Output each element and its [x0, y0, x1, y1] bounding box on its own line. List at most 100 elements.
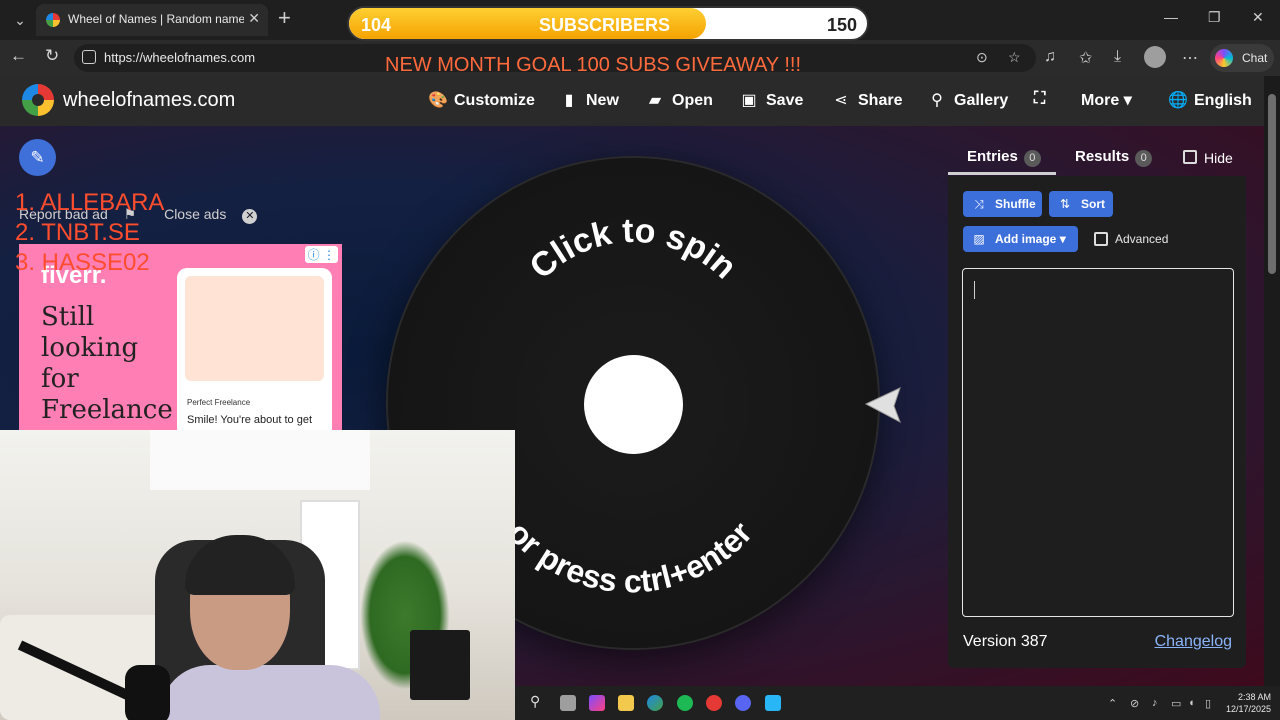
- text-caret: [974, 281, 975, 299]
- favorite-star-icon[interactable]: ☆: [1008, 49, 1021, 66]
- shuffle-button[interactable]: ⤨ Shuffle: [963, 191, 1042, 217]
- minimize-icon[interactable]: —: [1164, 9, 1178, 25]
- site-logo-icon[interactable]: [22, 84, 54, 116]
- shuffle-icon: ⤨: [974, 197, 984, 211]
- nav-new[interactable]: ▮ New: [560, 90, 619, 110]
- ad-card-body: Smile! You're about to get the perfect s…: [187, 414, 313, 430]
- nav-customize[interactable]: 🎨 Customize: [428, 90, 535, 110]
- obs-icon[interactable]: [706, 695, 722, 711]
- fullscreen-icon[interactable]: ⛶: [1034, 90, 1045, 108]
- tray-display-icon[interactable]: ▭: [1171, 697, 1181, 710]
- ad-card: Perfect Freelance Smile! You're about to…: [177, 268, 332, 430]
- nav-more[interactable]: More ▾: [1081, 90, 1132, 110]
- tab-results[interactable]: Results 0: [1075, 148, 1153, 167]
- hide-checkbox[interactable]: [1183, 150, 1197, 164]
- nav-save-label: Save: [766, 92, 804, 109]
- reading-view-icon[interactable]: ⊙: [976, 49, 988, 66]
- nav-share[interactable]: ⋖ Share: [832, 90, 902, 110]
- close-window-icon[interactable]: ✕: [1252, 9, 1264, 26]
- subscribers-label: SUBSCRIBERS: [539, 15, 671, 35]
- copilot-label: Chat: [1242, 51, 1268, 65]
- click-to-spin-text: Click to spin: [522, 212, 743, 287]
- nav-gallery-label: Gallery: [954, 92, 1009, 109]
- taskbar-search-icon[interactable]: ⚲: [530, 693, 546, 709]
- wheel-center[interactable]: [584, 355, 683, 454]
- nav-open-label: Open: [672, 92, 713, 109]
- changelog-link[interactable]: Changelog: [1155, 633, 1232, 651]
- nav-language[interactable]: 🌐 English: [1168, 90, 1252, 110]
- tray-network-off-icon[interactable]: ⊘: [1130, 697, 1139, 710]
- nav-more-label: More: [1081, 92, 1120, 109]
- subscriber-goal-bar: 104 SUBSCRIBERS 150: [347, 6, 869, 41]
- reload-icon[interactable]: ↻: [45, 46, 59, 66]
- folder-icon: ▰: [648, 92, 662, 109]
- tab-actions-chevron-icon[interactable]: ⌄: [8, 8, 32, 32]
- nav-gallery[interactable]: ⚲ Gallery: [928, 90, 1008, 110]
- wheel-pointer-icon: [864, 387, 901, 424]
- back-icon[interactable]: ←: [10, 46, 27, 66]
- task-view-icon[interactable]: [560, 695, 576, 711]
- file-icon: ▮: [564, 92, 574, 109]
- discord-icon[interactable]: [735, 695, 751, 711]
- edit-pencil-icon[interactable]: ✎: [19, 139, 56, 176]
- app-icon[interactable]: [765, 695, 781, 711]
- nav-new-label: New: [586, 92, 619, 109]
- nav-customize-label: Customize: [454, 92, 535, 109]
- copilot-chat-button[interactable]: Chat: [1210, 44, 1274, 72]
- nav-open[interactable]: ▰ Open: [646, 90, 713, 110]
- image-icon: ▨: [973, 232, 985, 246]
- sort-button[interactable]: ⇅ Sort: [1049, 191, 1113, 217]
- spotify-icon[interactable]: [677, 695, 693, 711]
- copilot-icon: [1215, 49, 1233, 67]
- downloads-icon[interactable]: ⤓: [1114, 48, 1121, 66]
- results-count-badge: 0: [1135, 150, 1153, 167]
- current-subscribers: 104: [361, 15, 392, 35]
- tab-entries[interactable]: Entries 0: [967, 148, 1041, 167]
- windows-taskbar: ⚲ ⌃ ⊘ ♪ ▭ ◖ ▯ 2:38 AM 12/17/2025: [515, 686, 1280, 720]
- edge-icon[interactable]: [647, 695, 663, 711]
- tray-battery-icon[interactable]: ▯: [1205, 697, 1211, 710]
- sort-icon: ⇅: [1059, 197, 1071, 211]
- site-navbar: wheelofnames.com 🎨 Customize ▮ New ▰ Open ▣…: [0, 76, 1264, 126]
- scroll-thumb[interactable]: [1268, 94, 1276, 274]
- nav-language-label: English: [1194, 92, 1252, 109]
- file-explorer-icon[interactable]: [618, 695, 634, 711]
- close-ads-icon: ✕: [242, 209, 258, 224]
- advanced-checkbox[interactable]: [1094, 232, 1108, 246]
- entries-textarea[interactable]: [962, 268, 1234, 617]
- ad-headline: Still looking for Freelance: [41, 302, 173, 425]
- page-scrollbar[interactable]: [1264, 76, 1280, 686]
- ranking-item: 3. HASSE02: [15, 249, 150, 276]
- close-tab-icon[interactable]: ✕: [248, 10, 260, 27]
- site-name[interactable]: wheelofnames.com: [63, 89, 235, 112]
- shuffle-label: Shuffle: [995, 197, 1036, 211]
- nav-share-label: Share: [858, 92, 903, 109]
- favorites-icon[interactable]: ✩: [1079, 48, 1092, 68]
- new-tab-icon[interactable]: +: [278, 6, 291, 30]
- close-ads-link[interactable]: Close ads ✕: [164, 206, 269, 224]
- add-image-button[interactable]: ▨ Add image ▾: [963, 226, 1078, 252]
- hide-label: Hide: [1204, 150, 1233, 166]
- site-info-icon[interactable]: [82, 50, 96, 64]
- webcam-monitor: [410, 630, 470, 700]
- tray-expand-icon[interactable]: ⌃: [1108, 697, 1117, 710]
- profile-avatar[interactable]: [1144, 46, 1166, 68]
- active-tab-indicator: [948, 172, 1056, 175]
- browser-tab[interactable]: Wheel of Names | Random name picker ✕: [36, 4, 268, 36]
- restore-icon[interactable]: ❐: [1208, 9, 1221, 26]
- share-icon: ⋖: [834, 92, 848, 109]
- tray-mic-icon[interactable]: ♪: [1152, 697, 1158, 709]
- subscriber-goal: 150: [826, 15, 857, 35]
- save-icon: ▣: [741, 92, 757, 109]
- settings-more-icon[interactable]: ⋯: [1182, 48, 1198, 68]
- taskbar-clock[interactable]: 2:38 AM 12/17/2025: [1223, 691, 1271, 715]
- ranking-item: 1. ALLEBARA: [15, 189, 165, 216]
- media-icon[interactable]: ♫: [1044, 48, 1056, 66]
- copilot-taskbar-icon[interactable]: [589, 695, 605, 711]
- ranking-item: 2. TNBT.SE: [15, 219, 140, 246]
- tray-volume-icon[interactable]: ◖: [1188, 697, 1195, 709]
- ad-card-title: Perfect Freelance: [187, 398, 251, 407]
- panel-tabs: Entries 0 Results 0 Hide: [948, 140, 1248, 176]
- nav-save[interactable]: ▣ Save: [740, 90, 803, 110]
- adchoices-info-icon[interactable]: ⓘ ⋮: [304, 246, 338, 263]
